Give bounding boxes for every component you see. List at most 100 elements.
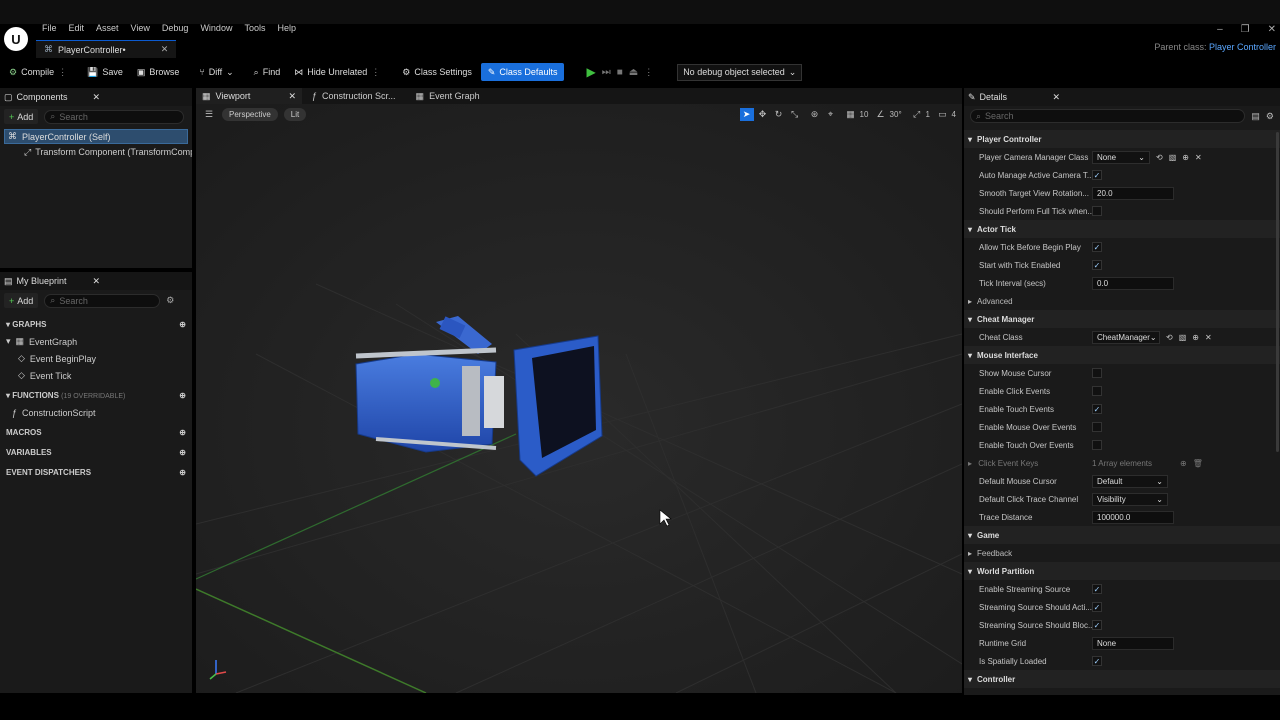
category-actor-tick[interactable]: ▾ Actor Tick bbox=[964, 220, 1280, 238]
more-icon[interactable]: ⋮ bbox=[644, 67, 653, 78]
add-variable-icon[interactable]: ⊕ bbox=[179, 448, 186, 457]
more-icon[interactable]: ⋮ bbox=[58, 67, 67, 78]
close-icon[interactable]: ✕ bbox=[161, 44, 169, 55]
scale-icon[interactable]: ⤡ bbox=[788, 108, 802, 121]
tab-viewport[interactable]: ▦ Viewport ✕ bbox=[196, 88, 302, 104]
allow-tick-checkbox[interactable]: ✓ bbox=[1092, 242, 1102, 252]
streaming-bloc-checkbox[interactable]: ✓ bbox=[1092, 620, 1102, 630]
dispatchers-section[interactable]: EVENT DISPATCHERS ⊕ bbox=[0, 463, 192, 481]
event-item-beginplay[interactable]: ◇ Event BeginPlay bbox=[0, 350, 192, 367]
show-cursor-checkbox[interactable] bbox=[1092, 368, 1102, 378]
function-item-construction[interactable]: ƒ ConstructionScript bbox=[0, 404, 192, 421]
close-window-icon[interactable]: ✕ bbox=[1268, 24, 1276, 35]
class-defaults-button[interactable]: ✎ Class Defaults bbox=[480, 63, 565, 81]
category-mouse-interface[interactable]: ▾ Mouse Interface bbox=[964, 346, 1280, 364]
parent-class-link[interactable]: Player Controller bbox=[1209, 42, 1276, 52]
settings-icon[interactable]: ⚙ bbox=[166, 295, 174, 306]
graphs-section[interactable]: ▾ GRAPHS ⊕ bbox=[0, 315, 192, 333]
play-icon[interactable]: ▶ bbox=[586, 65, 595, 79]
eject-icon[interactable]: ⏏ bbox=[629, 67, 638, 78]
cheat-class-combo[interactable]: CheatManager ⌄ bbox=[1092, 330, 1160, 344]
mouse-over-checkbox[interactable] bbox=[1092, 422, 1102, 432]
use-selected-icon[interactable]: ⟲ bbox=[1156, 153, 1163, 162]
hamburger-icon[interactable]: ☰ bbox=[202, 108, 216, 121]
close-icon[interactable]: ✕ bbox=[288, 91, 296, 102]
menu-debug[interactable]: Debug bbox=[156, 23, 195, 33]
add-component-button[interactable]: + Add bbox=[4, 109, 39, 124]
settings-icon[interactable]: ⚙ bbox=[1266, 111, 1274, 122]
scale-snap-icon[interactable]: ⤢ bbox=[910, 108, 924, 121]
scale-snap-value[interactable]: 1 bbox=[926, 110, 934, 119]
event-item-tick[interactable]: ◇ Event Tick bbox=[0, 367, 192, 384]
stop-icon[interactable]: ■ bbox=[617, 67, 623, 78]
category-game[interactable]: ▾ Game bbox=[964, 526, 1280, 544]
tick-interval-field[interactable]: 0.0 bbox=[1092, 276, 1174, 290]
trace-distance-field[interactable]: 100000.0 bbox=[1092, 510, 1174, 524]
close-icon[interactable]: ✕ bbox=[1052, 92, 1060, 103]
details-search[interactable]: ⌕ Search bbox=[970, 109, 1246, 123]
add-icon[interactable]: ⊕ bbox=[1182, 153, 1189, 162]
step-icon[interactable]: ⏭ bbox=[602, 67, 611, 78]
functions-section[interactable]: ▾ FUNCTIONS (19 OVERRIDABLE) ⊕ bbox=[0, 386, 192, 404]
variables-section[interactable]: VARIABLES ⊕ bbox=[0, 443, 192, 461]
grid-snap-icon[interactable]: ▦ bbox=[844, 108, 858, 121]
tab-construction[interactable]: ƒ Construction Scr... bbox=[302, 88, 406, 104]
component-item-transform[interactable]: ⤢ Transform Component (TransformComp bbox=[0, 144, 192, 160]
menu-view[interactable]: View bbox=[125, 23, 156, 33]
diff-button[interactable]: ⑂ Diff ⌄ bbox=[194, 63, 238, 81]
close-icon[interactable]: ✕ bbox=[92, 276, 100, 287]
click-keys-label-wrap[interactable]: ▸ Click Event Keys bbox=[964, 459, 1092, 468]
auto-manage-checkbox[interactable]: ✓ bbox=[1092, 170, 1102, 180]
default-cursor-combo[interactable]: Default ⌄ bbox=[1092, 474, 1168, 488]
spatially-loaded-checkbox[interactable]: ✓ bbox=[1092, 656, 1102, 666]
unreal-logo[interactable]: U bbox=[4, 27, 28, 51]
macros-section[interactable]: MACROS ⊕ bbox=[0, 423, 192, 441]
add-macro-icon[interactable]: ⊕ bbox=[179, 428, 186, 437]
my-blueprint-search[interactable]: ⌕ Search bbox=[44, 293, 161, 308]
trace-channel-combo[interactable]: Visibility ⌄ bbox=[1092, 492, 1168, 506]
compile-button[interactable]: ⚙ Compile ⋮ bbox=[4, 63, 72, 81]
perspective-button[interactable]: Perspective bbox=[222, 108, 278, 121]
feedback-expander[interactable]: ▸ Feedback bbox=[964, 544, 1280, 562]
smooth-rotation-field[interactable]: 20.0 bbox=[1092, 186, 1174, 200]
clear-icon[interactable]: ✕ bbox=[1205, 333, 1212, 342]
browse-icon[interactable]: ▧ bbox=[1169, 153, 1177, 162]
camera-manager-combo[interactable]: None ⌄ bbox=[1092, 150, 1150, 164]
rotation-snap-icon[interactable]: ∠ bbox=[874, 108, 888, 121]
category-player-controller[interactable]: ▾ Player Controller bbox=[964, 130, 1280, 148]
add-icon[interactable]: ⊕ bbox=[1192, 333, 1199, 342]
full-tick-checkbox[interactable] bbox=[1092, 206, 1102, 216]
browse-button[interactable]: ▣ Browse bbox=[132, 63, 185, 81]
grid-snap-value[interactable]: 10 bbox=[860, 110, 872, 119]
minimize-icon[interactable]: – bbox=[1217, 24, 1223, 35]
table-view-icon[interactable]: ▤ bbox=[1251, 111, 1260, 122]
menu-file[interactable]: File bbox=[36, 23, 63, 33]
add-function-icon[interactable]: ⊕ bbox=[179, 391, 186, 400]
runtime-grid-field[interactable]: None bbox=[1092, 636, 1174, 650]
more-icon[interactable]: ⋮ bbox=[371, 67, 380, 78]
category-controller[interactable]: ▾ Controller bbox=[964, 670, 1280, 688]
category-world-partition[interactable]: ▾ World Partition bbox=[964, 562, 1280, 580]
save-button[interactable]: 💾 Save bbox=[82, 63, 128, 81]
add-member-button[interactable]: + Add bbox=[4, 293, 39, 308]
add-graph-icon[interactable]: ⊕ bbox=[179, 320, 186, 329]
camera-speed-value[interactable]: 4 bbox=[952, 110, 956, 119]
menu-help[interactable]: Help bbox=[271, 23, 302, 33]
touch-over-checkbox[interactable] bbox=[1092, 440, 1102, 450]
translate-icon[interactable]: ✥ bbox=[756, 108, 770, 121]
hide-unrelated-button[interactable]: ⋈ Hide Unrelated ⋮ bbox=[289, 63, 385, 81]
class-settings-button[interactable]: ⚙ Class Settings bbox=[397, 63, 477, 81]
browse-icon[interactable]: ▧ bbox=[1179, 333, 1187, 342]
touch-events-checkbox[interactable]: ✓ bbox=[1092, 404, 1102, 414]
graph-item-eventgraph[interactable]: ▾ ▦ EventGraph bbox=[0, 333, 192, 350]
trash-icon[interactable]: 🗑 bbox=[1193, 459, 1203, 468]
menu-tools[interactable]: Tools bbox=[238, 23, 271, 33]
rotate-icon[interactable]: ↻ bbox=[772, 108, 786, 121]
menu-asset[interactable]: Asset bbox=[90, 23, 125, 33]
component-item-self[interactable]: ⌘ PlayerController (Self) bbox=[4, 129, 188, 144]
start-tick-checkbox[interactable]: ✓ bbox=[1092, 260, 1102, 270]
streaming-act-checkbox[interactable]: ✓ bbox=[1092, 602, 1102, 612]
menu-edit[interactable]: Edit bbox=[63, 23, 91, 33]
details-scrollbar[interactable] bbox=[1276, 132, 1279, 452]
use-selected-icon[interactable]: ⟲ bbox=[1166, 333, 1173, 342]
